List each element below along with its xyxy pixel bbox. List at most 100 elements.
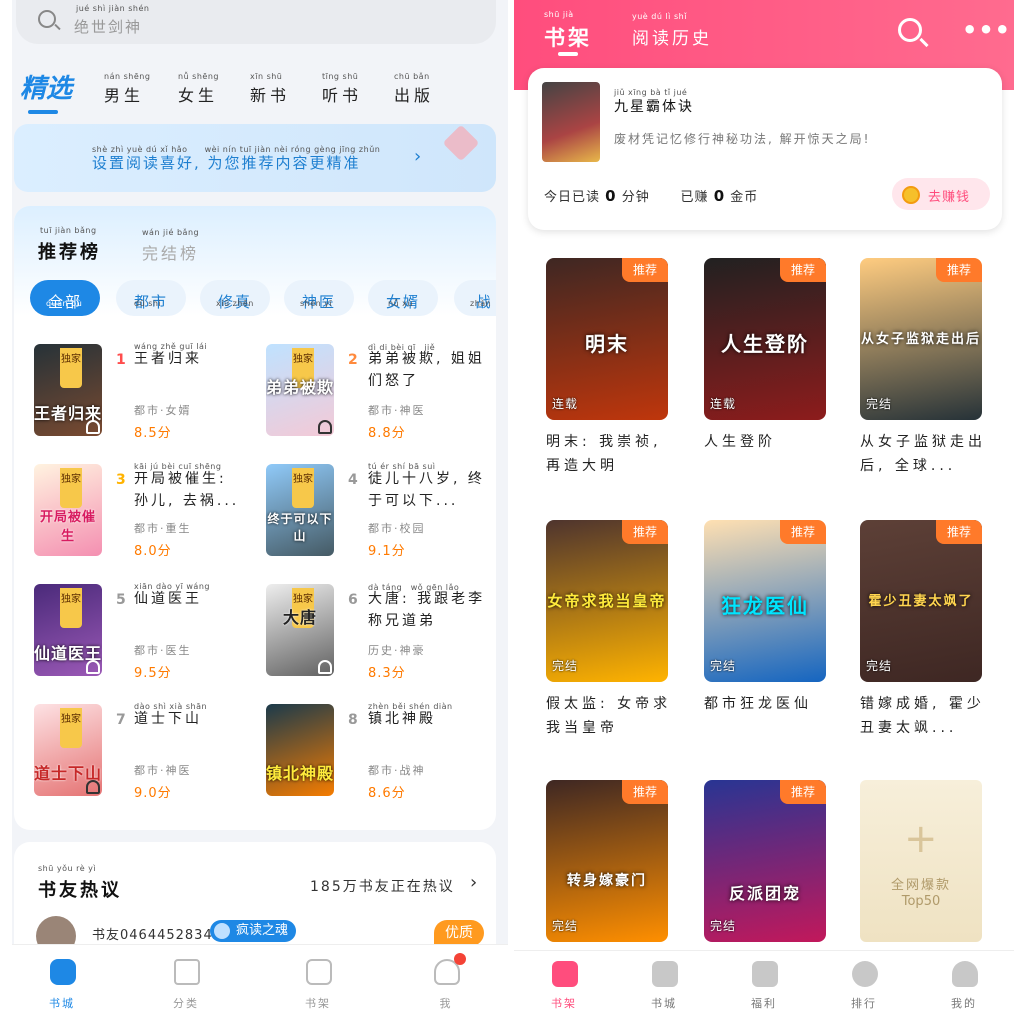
search-bar[interactable]: jué shì jiàn shén 绝世剑神 <box>16 0 496 44</box>
tab-new[interactable]: 新书 <box>250 82 290 106</box>
grid-icon <box>174 959 200 985</box>
rank-number: 7 <box>116 712 126 728</box>
shelf-book-title[interactable]: 人生登阶 <box>704 430 832 454</box>
current-reading-card[interactable]: 九星霸体诀 jiǔ xīng bà tǐ jué 废材凭记忆修行神秘功法, 解开… <box>528 68 1002 230</box>
banner-text: 设置阅读喜好, 为您推荐内容更精准 <box>92 154 361 172</box>
book-cover[interactable]: 独家 开局被催生 <box>34 464 102 556</box>
chip-son-in-law[interactable]: nǚ xù 女婿 <box>368 280 438 316</box>
chip-doctor[interactable]: shén yī 神医 <box>284 280 354 316</box>
rank-number: 3 <box>116 472 126 488</box>
chip-war[interactable]: zhàn 战 <box>454 280 496 316</box>
exclusive-badge: 独家 <box>60 468 82 508</box>
shelf-book-cover[interactable]: 推荐 狂龙医仙 完结 <box>704 520 826 682</box>
recommend-tag: 推荐 <box>780 780 826 804</box>
bookstore-icon <box>50 959 76 985</box>
book-title[interactable]: 徒儿十八岁, 终于可以下... <box>368 468 490 512</box>
book-title[interactable]: 镇北神殿 <box>368 708 490 730</box>
tab-bookshelf[interactable]: 书架 <box>544 22 592 52</box>
rank-number: 4 <box>348 472 358 488</box>
book-title[interactable]: 弟弟被欺, 姐姐们怒了 <box>368 348 490 392</box>
chevron-right-icon: › <box>414 146 422 167</box>
user-icon <box>952 961 978 987</box>
book-title: 九星霸体诀 <box>614 99 694 115</box>
discussion-count: 185万书友正在热议 <box>310 879 455 895</box>
book-cover[interactable]: 独家 终于可以下山 <box>266 464 334 556</box>
shelf-book-cover[interactable]: 推荐 霍少丑妻太飒了 完结 <box>860 520 982 682</box>
shelf-book-cover[interactable]: 推荐 从女子监狱走出后 完结 <box>860 258 982 420</box>
nav-shelf[interactable]: 书架 <box>268 945 368 1020</box>
shelf-book-title[interactable]: 错嫁成婚, 霍少丑妻太飒... <box>860 692 988 740</box>
book-cover[interactable]: 独家 仙道医王 <box>34 584 102 676</box>
nav-me[interactable]: 我 <box>396 945 496 1020</box>
quality-badge: 优质 <box>434 920 484 946</box>
book-cover[interactable]: 独家 大唐 <box>266 584 334 676</box>
shelf-book-cover[interactable]: 推荐 转身嫁豪门 完结 <box>546 780 668 942</box>
top50-card[interactable]: + 全网爆款 Top50 <box>860 780 982 942</box>
user-tag: 疯读之魂 <box>210 920 297 942</box>
category-tabs: 精选 nán shēng 男生 nǚ shēng 女生 xīn shū 新书 t… <box>12 62 508 118</box>
nav-bookstore[interactable]: 书城 <box>614 951 714 1020</box>
home-icon <box>652 961 678 987</box>
recommend-tag: 推荐 <box>780 258 826 282</box>
book-meta: 都市·神医 <box>368 404 426 417</box>
headphones-icon <box>86 420 100 434</box>
exclusive-badge: 独家 <box>60 588 82 628</box>
book-score: 9.0分 <box>134 786 172 801</box>
heart-icon <box>442 124 480 162</box>
search-icon[interactable] <box>898 18 922 42</box>
bookshelf-screen: shū jià 书架 yuè dú lì shǐ 阅读历史 ••• 九星霸体诀 … <box>514 0 1014 1020</box>
tab-male[interactable]: 男生 <box>104 82 144 106</box>
nav-welfare[interactable]: 福利 <box>714 951 814 1020</box>
exclusive-badge: 独家 <box>60 348 82 388</box>
nav-mine[interactable]: 我的 <box>914 951 1014 1020</box>
rank-number: 5 <box>116 592 126 608</box>
book-title[interactable]: 大唐: 我跟老李称兄道弟 <box>368 588 490 632</box>
nav-bookshelf[interactable]: 书架 <box>514 951 614 1020</box>
preference-banner[interactable]: shè zhì yuè dú xǐ hǎo wèi nín tuī jiàn n… <box>14 124 496 192</box>
chevron-right-icon: › <box>470 872 478 893</box>
nav-category[interactable]: 分类 <box>136 945 236 1020</box>
earn-money-button[interactable]: 去赚钱 <box>892 178 990 210</box>
book-cover[interactable] <box>542 82 600 162</box>
more-icon[interactable]: ••• <box>962 16 1011 44</box>
recommend-tag: 推荐 <box>936 520 982 544</box>
shelf-book-cover[interactable]: 推荐 女帝求我当皇帝 完结 <box>546 520 668 682</box>
rank-number: 6 <box>348 592 358 608</box>
book-cover[interactable]: 镇北神殿 <box>266 704 334 796</box>
notification-dot <box>454 953 466 965</box>
chip-cultivation[interactable]: xiū zhēn 修真 <box>200 280 270 316</box>
shelf-book-title[interactable]: 明末: 我崇祯, 再造大明 <box>546 430 674 478</box>
rank-number: 1 <box>116 352 126 368</box>
book-score: 8.0分 <box>134 544 172 559</box>
user-name: 书友0464452834 <box>92 928 213 943</box>
book-cover[interactable]: 独家 弟弟被欺 <box>266 344 334 436</box>
coin-icon <box>902 186 920 204</box>
shelf-book-title[interactable]: 都市狂龙医仙 <box>704 692 832 716</box>
shelf-book-title[interactable]: 从女子监狱走出后, 全球... <box>860 430 988 478</box>
shelf-book-title[interactable]: 假太监: 女帝求我当皇帝 <box>546 692 674 740</box>
book-title[interactable]: 道士下山 <box>134 708 244 730</box>
chip-all[interactable]: quán bù 全部 <box>30 280 100 316</box>
gift-icon <box>752 961 778 987</box>
tab-featured[interactable]: 精选 <box>20 68 72 105</box>
shelf-book-cover[interactable]: 推荐 人生登阶 连载 <box>704 258 826 420</box>
headphones-icon <box>318 660 332 674</box>
recommend-tag: 推荐 <box>780 520 826 544</box>
book-title[interactable]: 仙道医王 <box>134 588 244 610</box>
tab-finished-rank[interactable]: 完结榜 <box>142 240 199 264</box>
tab-recommend-rank[interactable]: 推荐榜 <box>38 238 101 264</box>
book-title[interactable]: 开局被催生: 孙儿, 去祸... <box>134 468 246 512</box>
shelf-book-cover[interactable]: 推荐 反派团宠 完结 <box>704 780 826 942</box>
shelf-book-cover[interactable]: 推荐 明末 连载 <box>546 258 668 420</box>
nav-bookstore[interactable]: 书城 <box>12 945 112 1020</box>
tab-history[interactable]: 阅读历史 <box>632 24 712 49</box>
book-cover[interactable]: 独家 王者归来 <box>34 344 102 436</box>
nav-ranking[interactable]: 排行 <box>814 951 914 1020</box>
chip-city[interactable]: dū shì 都市 <box>116 280 186 316</box>
book-cover[interactable]: 独家 道士下山 <box>34 704 102 796</box>
tab-publish[interactable]: 出版 <box>394 82 434 106</box>
book-title[interactable]: 王者归来 <box>134 348 244 370</box>
tab-female[interactable]: 女生 <box>178 82 218 106</box>
recommend-tag: 推荐 <box>936 258 982 282</box>
tab-audio[interactable]: 听书 <box>322 82 362 106</box>
